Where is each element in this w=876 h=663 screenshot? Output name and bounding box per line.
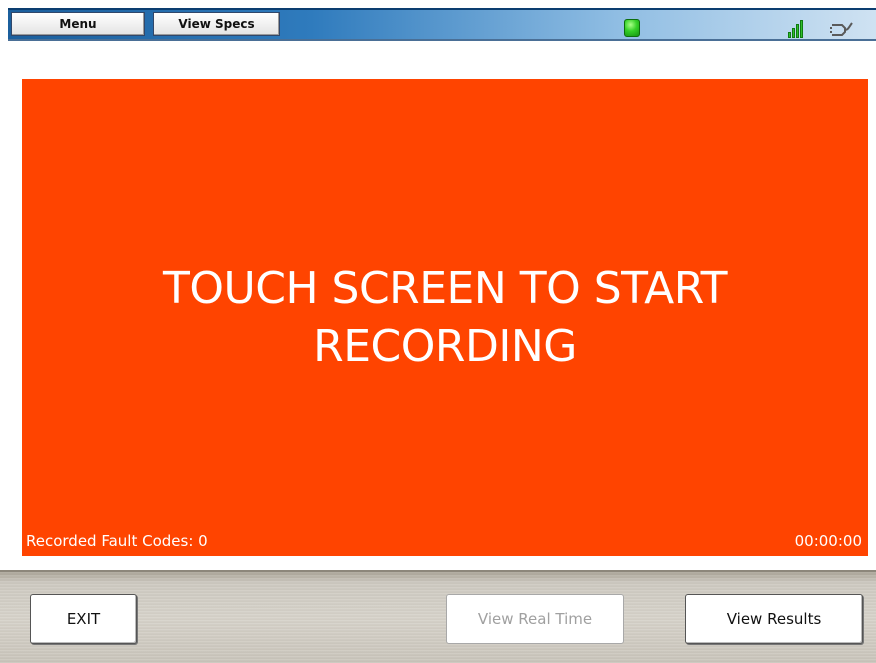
signal-strength-icon xyxy=(788,20,806,38)
toolbar-top-border xyxy=(8,8,876,10)
message-line-2: RECORDING xyxy=(313,321,577,372)
bottom-button-bar: EXIT View Real Time View Results xyxy=(0,570,876,663)
view-results-button[interactable]: View Results xyxy=(685,594,863,644)
start-recording-touch-area[interactable]: TOUCH SCREEN TO START RECORDING Recorded… xyxy=(22,79,868,556)
recording-timer: 00:00:00 xyxy=(794,532,862,550)
view-specs-button[interactable]: View Specs xyxy=(153,12,280,36)
status-indicator-icon xyxy=(624,19,640,37)
app-window: Menu View Specs TOUCH SCREEN TO START RE… xyxy=(0,0,876,663)
plug-icon xyxy=(830,22,853,36)
menu-button[interactable]: Menu xyxy=(11,12,145,36)
exit-button[interactable]: EXIT xyxy=(30,594,137,644)
start-recording-message: TOUCH SCREEN TO START RECORDING xyxy=(22,260,868,376)
top-toolbar: Menu View Specs xyxy=(8,8,876,41)
view-real-time-button[interactable]: View Real Time xyxy=(446,594,624,644)
recorded-fault-codes: Recorded Fault Codes: 0 xyxy=(26,532,208,550)
message-line-1: TOUCH SCREEN TO START xyxy=(163,263,727,314)
